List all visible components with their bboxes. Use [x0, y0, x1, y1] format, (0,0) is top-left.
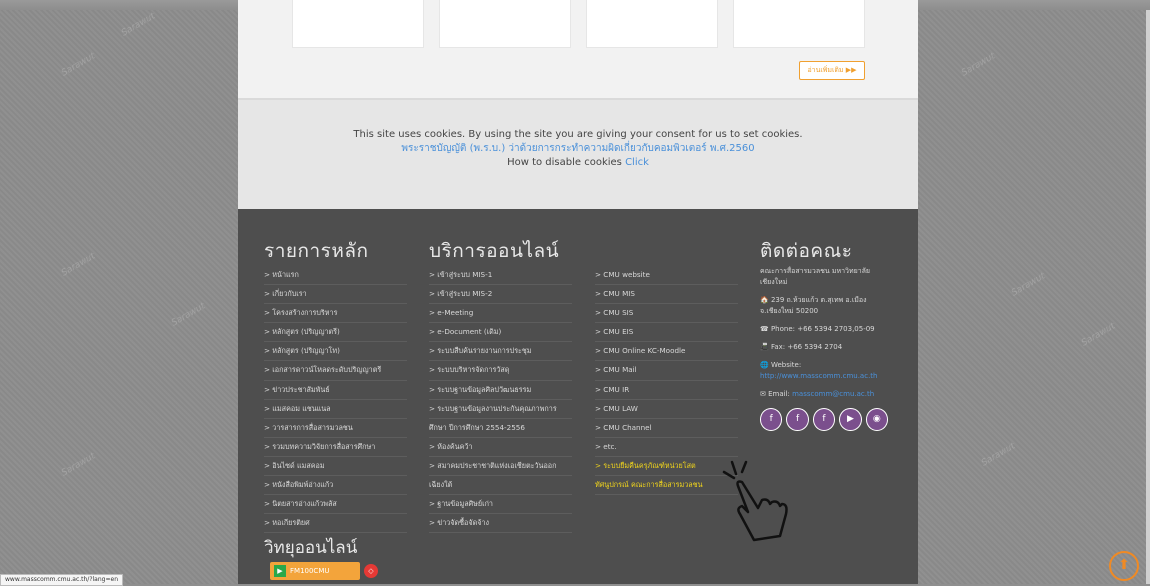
footer-link[interactable]: > หลักสูตร (ปริญญาโท) [264, 342, 407, 362]
footer-link[interactable]: > e-Meeting [429, 304, 572, 324]
footer-link[interactable]: > เกี่ยวกับเรา [264, 285, 407, 305]
rss-icon[interactable]: ◉ [865, 408, 889, 431]
footer-link[interactable]: > ระบบฐานข้อมูลศิลปวัฒนธรรม [429, 381, 572, 400]
radio-code-icon[interactable]: ◇ [364, 564, 378, 578]
disable-cookies-label: How to disable cookies [507, 157, 622, 168]
footer-link[interactable]: > ข่าวประชาสัมพันธ์ [264, 381, 407, 400]
footer-link[interactable]: > ห้องค้นคว้า [429, 438, 572, 457]
main-menu-title: รายการหลัก [264, 240, 369, 262]
news-section: อ่านเพิ่มเติม ▶▶ [238, 0, 918, 98]
footer-link[interactable]: > แมสคอม แชนแนล [264, 400, 407, 419]
footer-link[interactable]: > เอกสารดาวน์โหลดระดับปริญญาตรี [264, 361, 407, 381]
footer-link[interactable]: > CMU Mail [595, 361, 738, 381]
footer-link[interactable]: > โครงสร้างการบริหาร [264, 304, 407, 324]
news-card[interactable] [733, 0, 865, 48]
contact-phone: ☎ Phone: +66 5394 2703,05-09 [760, 325, 875, 333]
disable-cookies-text: How to disable cookies Click [238, 156, 918, 170]
play-icon: ▶ [274, 565, 286, 577]
news-card[interactable] [439, 0, 571, 48]
footer-link[interactable]: > CMU Channel [595, 419, 738, 438]
footer-link[interactable]: > CMU LAW [595, 400, 738, 419]
links-column: > CMU website > CMU MIS > CMU SIS > CMU EIS… [595, 236, 738, 496]
links-title [595, 236, 738, 262]
scrollbar[interactable] [1146, 10, 1150, 584]
footer-link[interactable]: > สมาคมประชาชาติแห่งเอเชียตะวันออก [429, 457, 572, 477]
main-menu-column: รายการหลัก > หน้าแรก > เกี่ยวกับเรา > โครง… [264, 236, 407, 534]
footer-link[interactable]: ศึกษา ปีการศึกษา 2554-2556 [429, 419, 572, 438]
pointer-hand-icon [722, 460, 788, 542]
online-radio-title: วิทยุออนไลน์ [264, 538, 358, 558]
contact-org: คณะการสื่อสารมวลชน มหาวิทยาลัยเชียงใหม่ [760, 267, 871, 286]
footer: รายการหลัก > หน้าแรก > เกี่ยวกับเรา > โครง… [238, 209, 918, 584]
cookie-text: This site uses cookies. By using the sit… [353, 129, 803, 140]
footer-link[interactable]: > ระบบฐานข้อมูลงานประกันคุณภาพการ [429, 400, 572, 419]
scroll-to-top-icon[interactable]: ⬆ [1109, 551, 1139, 581]
footer-link[interactable]: > วารสารการสื่อสารมวลชน [264, 419, 407, 438]
read-more-button[interactable]: อ่านเพิ่มเติม ▶▶ [799, 61, 865, 80]
radio-button-label: FM100CMU [290, 567, 330, 575]
facebook-icon[interactable]: f [786, 408, 809, 431]
online-services-list: > เข้าสู่ระบบ MIS-1 > เข้าสู่ระบบ MIS-2 > … [429, 266, 572, 534]
footer-link[interactable]: > หอเกียรติยศ [264, 514, 407, 534]
contact-title: ติดต่อคณะ [760, 240, 853, 262]
footer-link[interactable]: > e-Document (เดิม) [429, 323, 572, 343]
radio-button[interactable]: ▶ FM100CMU [270, 562, 360, 580]
footer-link[interactable]: > ระบบสืบค้นรายงานการประชุม [429, 342, 572, 362]
disable-cookies-link[interactable]: Click [625, 157, 649, 168]
footer-link[interactable]: > CMU website [595, 266, 738, 286]
contact-website-link[interactable]: http://www.masscomm.cmu.ac.th [760, 372, 877, 380]
news-card[interactable] [586, 0, 718, 48]
main-menu-list: > หน้าแรก > เกี่ยวกับเรา > โครงสร้างการบริ… [264, 266, 407, 534]
contact-website-label: 🌐 Website: [760, 361, 802, 369]
contact-fax: 📠 Fax: +66 5394 2704 [760, 343, 843, 351]
footer-link[interactable]: > นิตยสารอ่างแก้วพลัส [264, 495, 407, 515]
online-services-column: บริการออนไลน์ > เข้าสู่ระบบ MIS-1 > เข้าส… [429, 236, 572, 534]
facebook-icon[interactable]: f [760, 408, 783, 431]
cookie-notice: This site uses cookies. By using the sit… [238, 98, 918, 211]
footer-link[interactable]: ทัศนูปกรณ์ คณะการสื่อสารมวลชน [595, 476, 738, 496]
footer-link[interactable]: > เข้าสู่ระบบ MIS-2 [429, 285, 572, 305]
links-list: > CMU website > CMU MIS > CMU SIS > CMU EIS… [595, 266, 738, 496]
footer-link[interactable]: > CMU Online KC-Moodle [595, 342, 738, 362]
footer-link[interactable]: > อินไซด์ แมสคอม [264, 457, 407, 477]
youtube-icon[interactable]: ▶ [839, 408, 862, 431]
footer-link[interactable]: > ระบบยืมคืนครุภัณฑ์หน่วยโสต [595, 457, 738, 477]
contact-column: ติดต่อคณะ คณะการสื่อสารมวลชน มหาวิทยาลัย… [760, 236, 889, 431]
footer-link[interactable]: > ข่าวจัดซื้อจัดจ้าง [429, 514, 572, 534]
footer-link[interactable]: > ฐานข้อมูลศิษย์เก่า [429, 495, 572, 515]
news-card[interactable] [292, 0, 424, 48]
status-url: www.masscomm.cmu.ac.th/?lang=en [0, 574, 123, 586]
footer-link[interactable]: เฉียงใต้ [429, 476, 572, 496]
footer-link[interactable]: > เข้าสู่ระบบ MIS-1 [429, 266, 572, 286]
footer-link[interactable]: > CMU SIS [595, 304, 738, 324]
footer-link[interactable]: > หนังสือพิมพ์อ่างแก้ว [264, 476, 407, 496]
footer-link[interactable]: > CMU EIS [595, 323, 738, 343]
contact-address: 🏠 239 ถ.ห้วยแก้ว ต.สุเทพ อ.เมือง จ.เชียง… [760, 296, 867, 315]
facebook-icon[interactable]: f [812, 408, 836, 431]
social-icons: f f f ▶ ◉ [760, 408, 889, 431]
online-services-title: บริการออนไลน์ [429, 240, 560, 262]
footer-link[interactable]: > รวมบทความวิจัยการสื่อสารศึกษา [264, 438, 407, 457]
footer-link[interactable]: > หน้าแรก [264, 266, 407, 286]
footer-link[interactable]: > etc. [595, 438, 738, 457]
page-content: อ่านเพิ่มเติม ▶▶ This site uses cookies.… [238, 0, 918, 584]
contact-email-link[interactable]: masscomm@cmu.ac.th [792, 390, 874, 398]
footer-link[interactable]: > ระบบบริหารจัดการวัสดุ [429, 361, 572, 381]
footer-link[interactable]: > หลักสูตร (ปริญญาตรี) [264, 323, 407, 343]
computer-act-link[interactable]: พระราชบัญญัติ (พ.ร.บ.) ว่าด้วยการกระทำคว… [238, 142, 918, 156]
footer-link[interactable]: > CMU IR [595, 381, 738, 400]
contact-email-label: ✉ Email: [760, 390, 790, 398]
footer-link[interactable]: > CMU MIS [595, 285, 738, 305]
